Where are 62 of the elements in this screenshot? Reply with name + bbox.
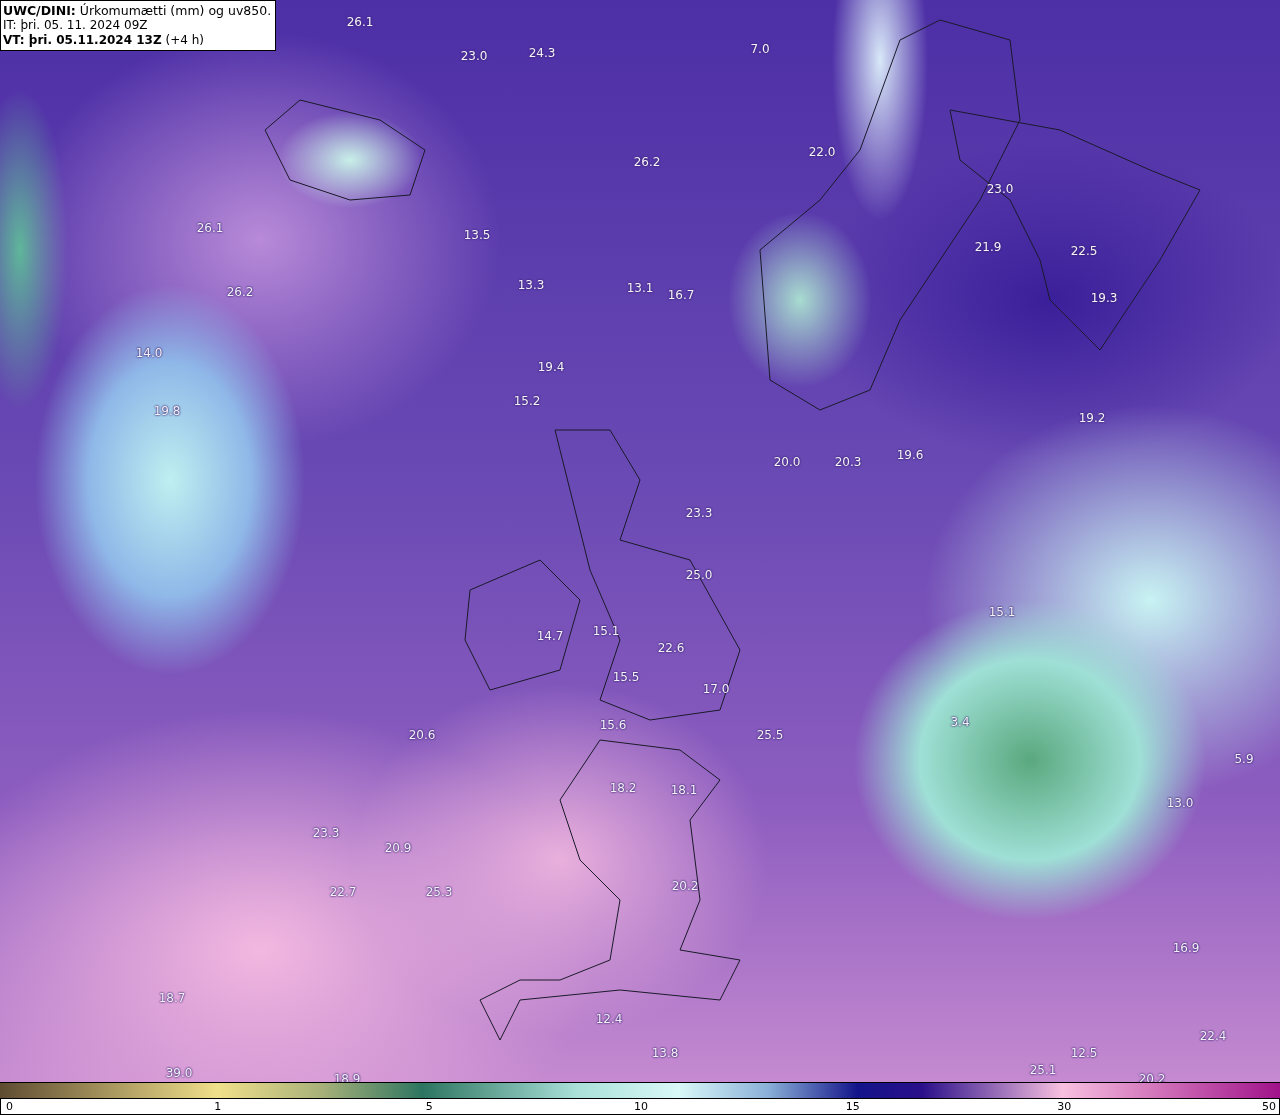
map-value-label: 20.9 [384, 841, 412, 855]
map-value-label: 22.7 [329, 885, 357, 899]
map-value-label: 13.5 [463, 228, 491, 242]
map-value-label: 13.1 [626, 281, 654, 295]
map-value-label: 20.3 [834, 455, 862, 469]
map-value-label: 5.9 [1234, 752, 1254, 766]
map-value-label: 20.0 [773, 455, 801, 469]
map-value-label: 18.2 [609, 781, 637, 795]
map-value-label: 15.5 [612, 670, 640, 684]
scale-tick-label: 10 [634, 1100, 648, 1113]
map-value-label: 26.2 [226, 285, 254, 299]
map-value-label: 25.0 [685, 568, 713, 582]
map-value-label: 15.1 [988, 605, 1016, 619]
map-value-label: 19.8 [153, 404, 181, 418]
chart-title: UWC/DINI: Úrkomumætti (mm) og uv850. [3, 3, 272, 18]
scale-tick-label: 30 [1057, 1100, 1072, 1113]
map-value-label: 22.6 [657, 641, 685, 655]
scale-tick-label: 50 [1262, 1100, 1276, 1113]
map-value-label: 12.4 [595, 1012, 623, 1026]
map-value-label: 25.3 [425, 885, 453, 899]
initial-time: IT: þri. 05. 11. 2024 09Z [3, 18, 149, 33]
scale-tick-label: 5 [425, 1100, 433, 1113]
map-value-label: 15.1 [592, 624, 620, 638]
map-value-label: 22.5 [1070, 244, 1098, 258]
map-value-label: 23.3 [685, 506, 713, 520]
map-value-label: 15.2 [513, 394, 541, 408]
scale-tick-label: 1 [214, 1100, 222, 1113]
map-value-label: 15.6 [599, 718, 627, 732]
map-value-label: 20.2 [671, 879, 699, 893]
map-value-label: 19.3 [1090, 291, 1118, 305]
map-value-label: 14.7 [536, 629, 564, 643]
map-value-label: 25.1 [1029, 1063, 1057, 1077]
scale-tick-label: 0 [6, 1100, 13, 1113]
map-value-label: 26.2 [633, 155, 661, 169]
map-value-label: 13.8 [651, 1046, 679, 1060]
map-value-label: 12.5 [1070, 1046, 1098, 1060]
map-value-label: 13.3 [517, 278, 545, 292]
map-value-label: 22.0 [808, 145, 836, 159]
map-value-label: 7.0 [750, 42, 770, 56]
map-value-label: 26.1 [346, 15, 374, 29]
map-value-label: 19.4 [537, 360, 565, 374]
map-value-label: 23.0 [460, 49, 488, 63]
map-value-label: 39.0 [165, 1066, 193, 1080]
map-value-label: 21.9 [974, 240, 1002, 254]
map-value-label: 19.6 [896, 448, 924, 462]
map-value-label: 18.7 [158, 991, 186, 1005]
map-value-label: 26.1 [196, 221, 224, 235]
map-value-label: 18.1 [670, 783, 698, 797]
valid-time: VT: þri. 05.11.2024 13Z (+4 h) [3, 33, 205, 48]
map-value-label: 23.3 [312, 826, 340, 840]
map-value-label: 14.0 [135, 346, 163, 360]
map-value-label: 16.9 [1172, 941, 1200, 955]
map-value-label: 3.4 [950, 715, 970, 729]
map-value-label: 22.4 [1199, 1029, 1227, 1043]
map-value-label: 13.0 [1166, 796, 1194, 810]
map-value-label: 25.5 [756, 728, 784, 742]
map-value-label: 16.7 [667, 288, 695, 302]
scale-tick-label: 15 [845, 1100, 860, 1113]
map-value-label: 24.3 [528, 46, 556, 60]
map-value-label: 23.0 [986, 182, 1014, 196]
map-value-label: 20.6 [408, 728, 436, 742]
map-value-label: 19.2 [1078, 411, 1106, 425]
